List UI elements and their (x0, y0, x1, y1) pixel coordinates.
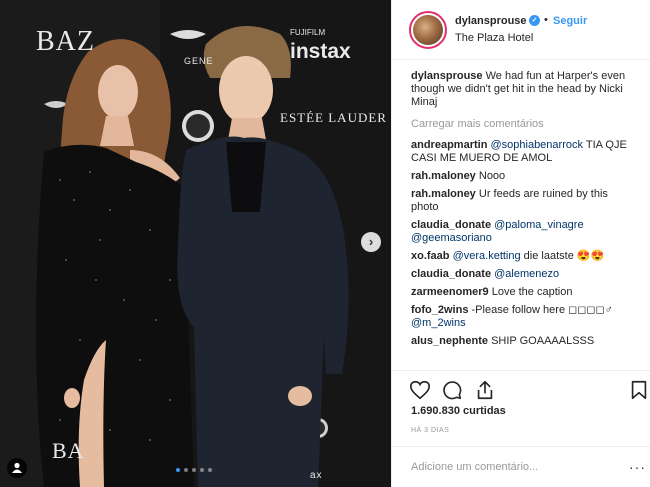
comments-list: dylansprouse We had fun at Harper's even… (392, 60, 650, 370)
comment-username[interactable]: andreapmartin (411, 139, 487, 151)
avatar[interactable] (409, 11, 447, 49)
comment-text: -Please follow here ◻◻◻◻♂ (471, 304, 613, 316)
comment-username[interactable]: rah.maloney (411, 188, 476, 200)
comment-mention[interactable]: @m_2wins (411, 317, 466, 329)
comment-username[interactable]: zarmeenomer9 (411, 286, 489, 298)
photo-scene (0, 0, 391, 487)
backdrop-bazaar-text: BAZ (36, 26, 95, 57)
backdrop-bazaar-text-lower: BA (52, 438, 85, 463)
next-photo-button[interactable]: › (361, 232, 381, 252)
post-date[interactable]: HÁ 3 DIAS (411, 427, 449, 434)
post-photo[interactable]: BAZ BA FUJIFILM instax ESTÉE LAUDER GENE… (0, 0, 391, 487)
comment-username[interactable]: alus_nephente (411, 335, 488, 347)
person-icon (12, 462, 22, 473)
comment-row: alus_nephente SHIP GOAAAALSSS (411, 335, 635, 348)
comment-row: claudia_donate @alemenezo (411, 268, 635, 281)
carousel-dot (176, 468, 180, 472)
carousel-dot (184, 468, 188, 472)
comment-rows: andreapmartin @sophiabenarrock TIA QJE C… (411, 139, 635, 348)
location-link[interactable]: The Plaza Hotel (455, 32, 533, 44)
carousel-dot (192, 468, 196, 472)
comment-row: zarmeenomer9 Love the caption (411, 286, 635, 299)
comment-username[interactable]: fofo_2wins (411, 304, 468, 316)
load-more-comments-button[interactable]: Carregar mais comentários (411, 118, 635, 131)
header-separator: • (544, 14, 548, 26)
man-face (219, 56, 273, 124)
woman-face (98, 65, 138, 119)
backdrop-instax-lower-text: ax (310, 470, 323, 481)
comment-username[interactable]: claudia_donate (411, 268, 491, 280)
comment-text: Love the caption (491, 286, 573, 298)
backdrop-fujifilm-text: FUJIFILM (290, 28, 326, 37)
likes-count[interactable]: 1.690.830 curtidas (411, 405, 506, 417)
post-username[interactable]: dylansprouse (455, 15, 527, 27)
comment-text: Nooo (478, 170, 506, 182)
post-header: dylansprouse ✓ • Seguir The Plaza Hotel (392, 0, 650, 60)
comment-input[interactable] (411, 458, 611, 476)
caption: dylansprouse We had fun at Harper's even… (411, 70, 635, 109)
comment-row: fofo_2wins -Please follow here ◻◻◻◻♂ @m_… (411, 304, 635, 330)
comment-username[interactable]: rah.maloney (411, 170, 476, 182)
comment-mention[interactable]: @sophiabenarrock (490, 139, 583, 151)
comment-row: rah.maloney Nooo (411, 170, 635, 183)
comment-username[interactable]: claudia_donate (411, 219, 491, 231)
heart-icon[interactable] (409, 379, 431, 401)
add-comment-bar: ··· (392, 446, 650, 487)
post-actions (392, 370, 650, 408)
backdrop-instax-text: instax (290, 40, 351, 63)
comment-text: SHIP GOAAAALSSS (491, 335, 595, 347)
tagged-users-button[interactable] (7, 458, 27, 478)
woman-dress (36, 144, 194, 487)
carousel-indicator (176, 468, 212, 472)
carousel-dot (208, 468, 212, 472)
comment-row: claudia_donate @paloma_vinagre @geemasor… (411, 219, 635, 245)
share-icon[interactable] (474, 379, 496, 401)
verified-badge-icon: ✓ (529, 15, 540, 26)
comment-icon[interactable] (441, 379, 463, 401)
post-side-panel: dylansprouse ✓ • Seguir The Plaza Hotel … (391, 0, 650, 487)
carousel-dot (200, 468, 204, 472)
comment-mention[interactable]: @vera.ketting (453, 250, 521, 262)
more-options-icon[interactable]: ··· (629, 460, 646, 474)
comment-text: die laatste 😍😍 (523, 250, 605, 262)
backdrop-estee-lauder-text: ESTÉE LAUDER (280, 110, 387, 125)
bookmark-icon[interactable] (628, 379, 650, 401)
backdrop-genesis-text: GENE (184, 56, 214, 66)
comment-username[interactable]: xo.faab (411, 250, 450, 262)
comment-mention[interactable]: @alemenezo (494, 268, 559, 280)
comment-row: rah.maloney Ur feeds are ruined by this … (411, 188, 635, 214)
follow-button[interactable]: Seguir (553, 15, 587, 27)
comment-row: xo.faab @vera.ketting die laatste 😍😍 (411, 250, 635, 263)
caption-username[interactable]: dylansprouse (411, 70, 483, 82)
comment-row: andreapmartin @sophiabenarrock TIA QJE C… (411, 139, 635, 165)
